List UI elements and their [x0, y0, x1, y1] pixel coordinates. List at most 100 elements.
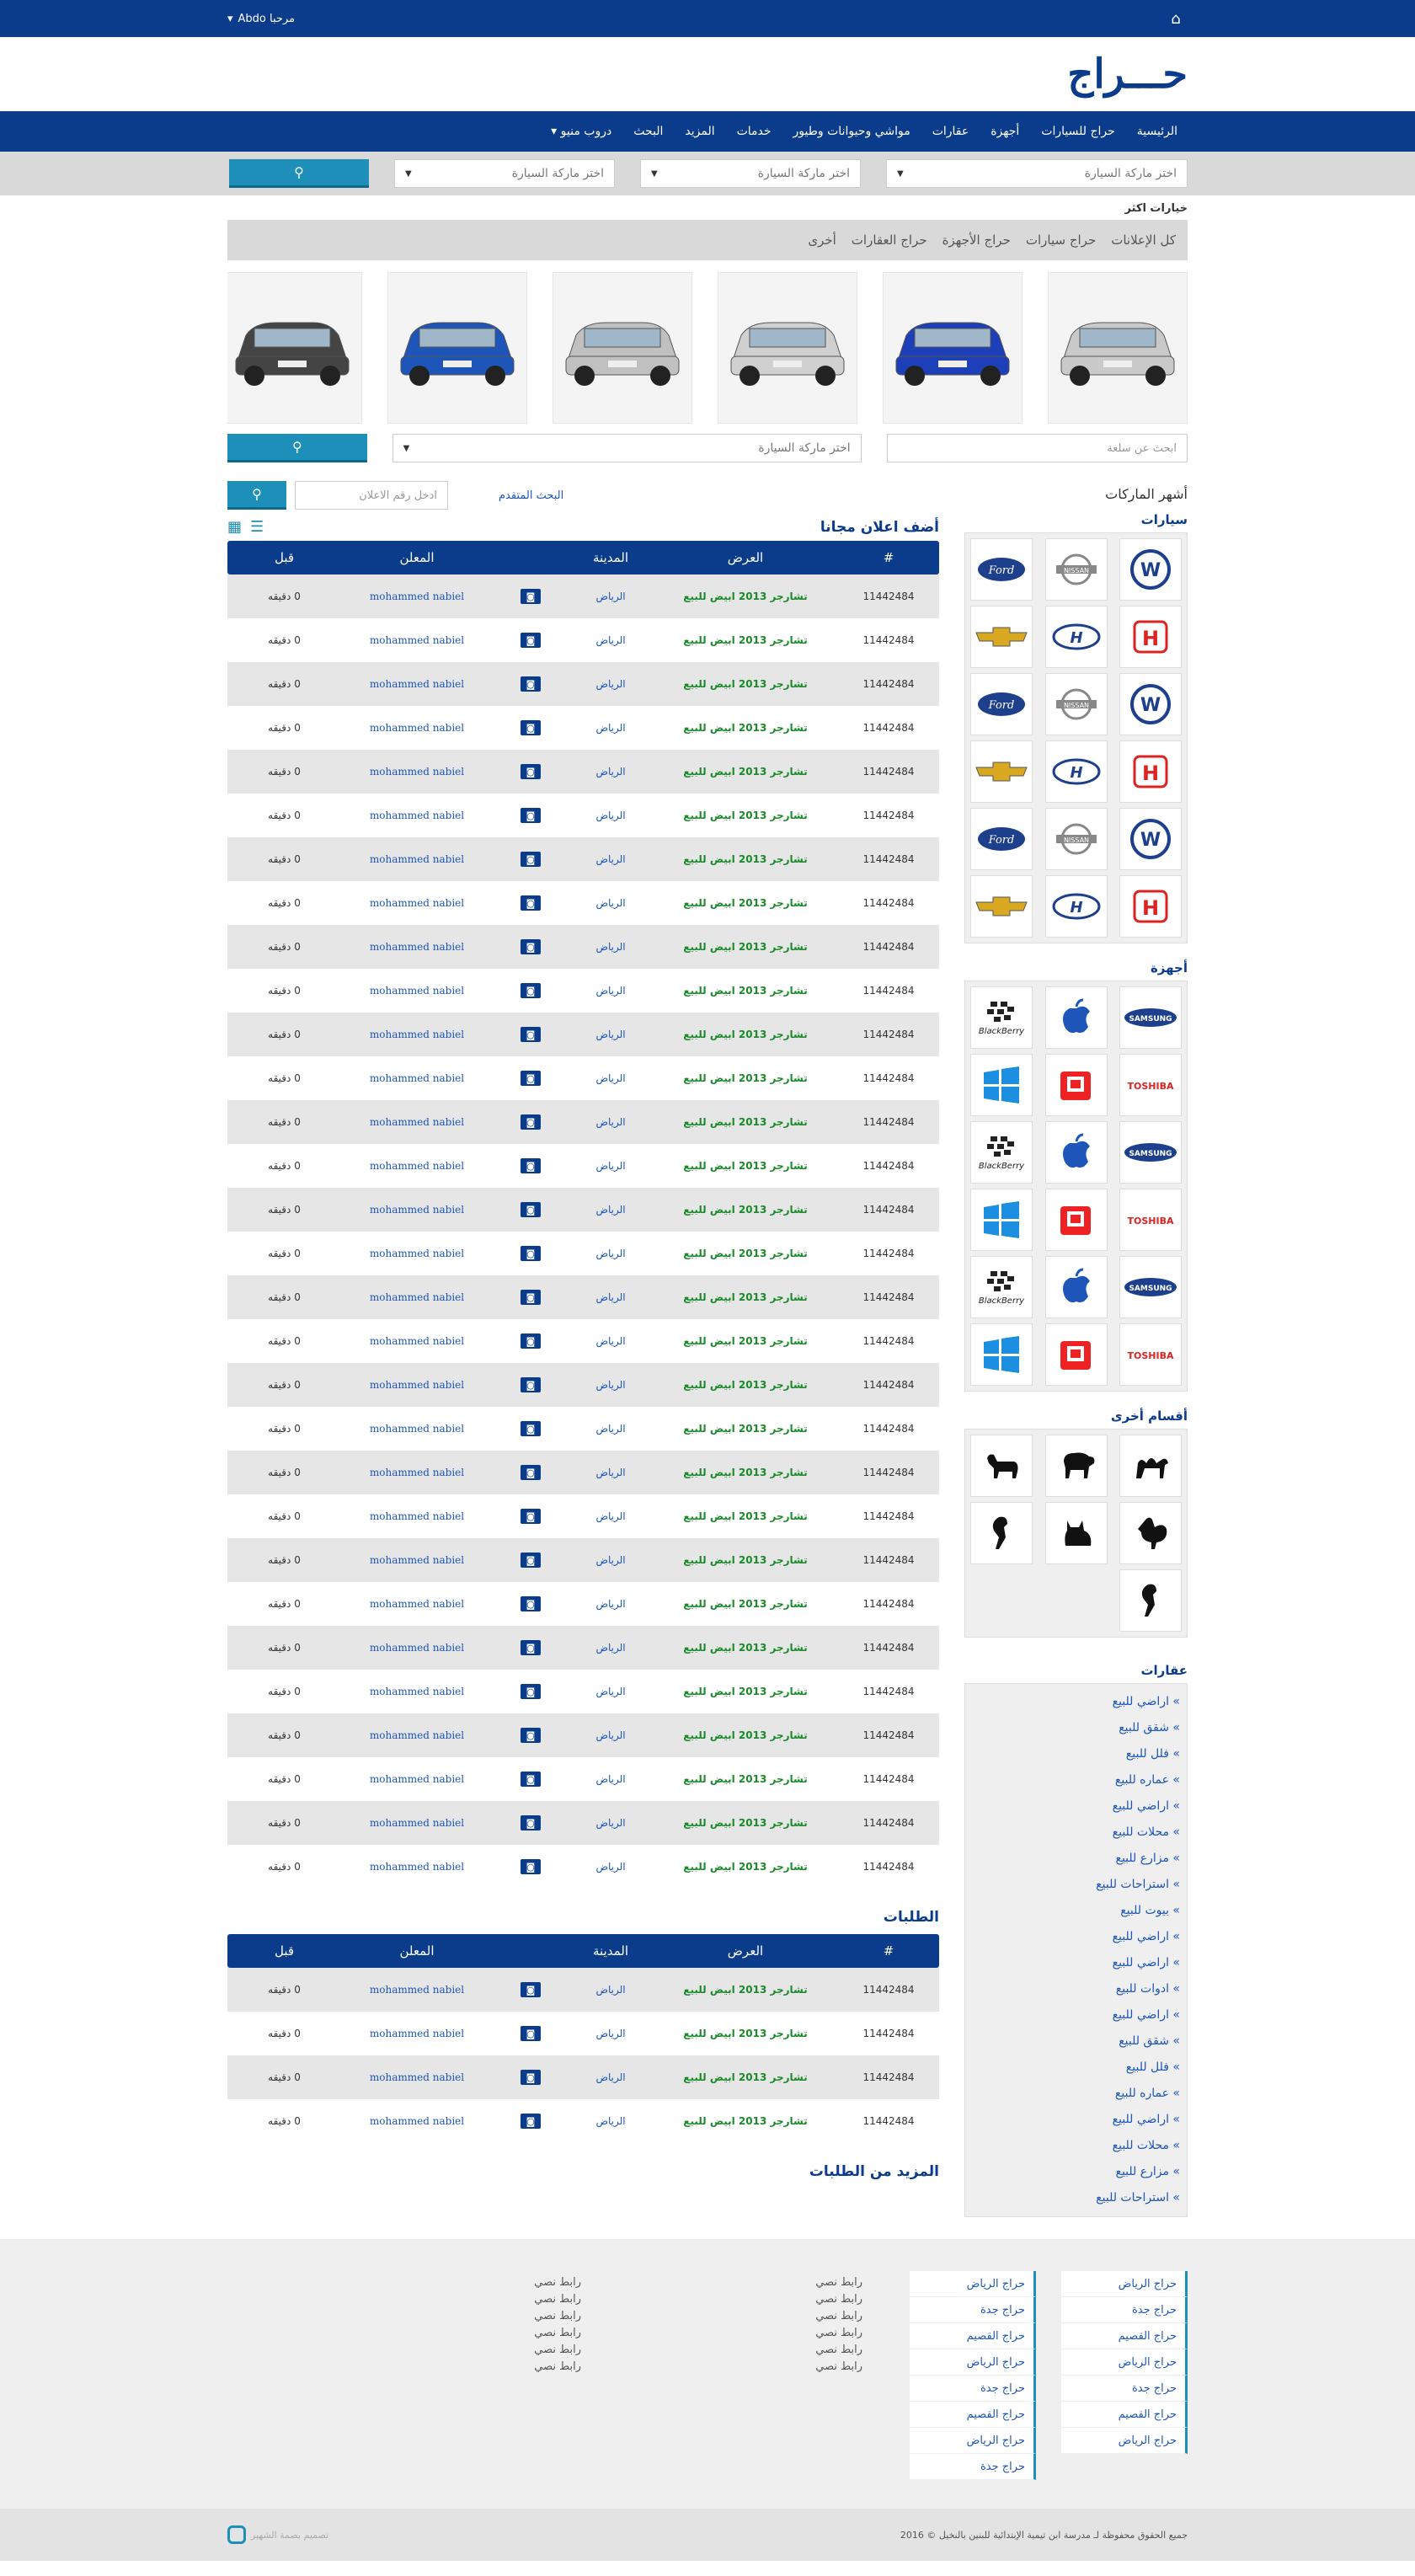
table-row[interactable]: 11442484 تشارجر 2013 ابيض للبيع الرياض ◙ moh… — [227, 1319, 939, 1363]
car-image[interactable] — [883, 272, 1023, 424]
ad-advertiser[interactable]: mohammed nabiel — [341, 1554, 493, 1566]
ad-advertiser[interactable]: mohammed nabiel — [341, 1642, 493, 1654]
ad-title[interactable]: تشارجر 2013 ابيض للبيع — [653, 1598, 838, 1610]
chevrolet-logo[interactable] — [970, 606, 1033, 668]
realestate-link[interactable]: » فلل للبيع — [972, 1741, 1180, 1767]
camera-icon[interactable]: ◙ — [521, 1158, 541, 1173]
car-image[interactable] — [1048, 272, 1188, 424]
camera-icon[interactable]: ◙ — [521, 895, 541, 911]
footer-link[interactable]: حراج جدة — [910, 2376, 1036, 2402]
realestate-link[interactable]: » محلات للبيع — [972, 2133, 1180, 2159]
ad-city[interactable]: الرياض — [569, 2028, 653, 2039]
footer-text-link[interactable]: رابط نصي — [606, 2291, 862, 2308]
table-row[interactable]: 11442484 تشارجر 2013 ابيض للبيع الرياض ◙ moh… — [227, 2099, 939, 2143]
camera-icon[interactable]: ◙ — [521, 1596, 541, 1611]
table-row[interactable]: 11442484 تشارجر 2013 ابيض للبيع الرياض ◙ moh… — [227, 794, 939, 837]
table-row[interactable]: 11442484 تشارجر 2013 ابيض للبيع الرياض ◙ moh… — [227, 1363, 939, 1407]
nav-item[interactable]: عقارات — [932, 125, 969, 138]
table-row[interactable]: 11442484 تشارجر 2013 ابيض للبيع الرياض ◙ moh… — [227, 706, 939, 750]
ad-city[interactable]: الرياض — [569, 634, 653, 646]
table-row[interactable]: 11442484 تشارجر 2013 ابيض للبيع الرياض ◙ moh… — [227, 1100, 939, 1144]
ad-title[interactable]: تشارجر 2013 ابيض للبيع — [653, 2115, 838, 2127]
footer-text-link[interactable]: رابط نصي — [606, 2359, 862, 2376]
ad-advertiser[interactable]: mohammed nabiel — [341, 2028, 493, 2039]
ad-title[interactable]: تشارجر 2013 ابيض للبيع — [653, 853, 838, 865]
more-options-link[interactable]: خيارات اكثر — [227, 195, 1188, 220]
camera-icon[interactable]: ◙ — [521, 1333, 541, 1349]
huawei-logo[interactable] — [1044, 1189, 1108, 1251]
ad-title[interactable]: تشارجر 2013 ابيض للبيع — [653, 766, 838, 778]
ad-city[interactable]: الرياض — [569, 1729, 653, 1741]
table-row[interactable]: 11442484 تشارجر 2013 ابيض للبيع الرياض ◙ moh… — [227, 575, 939, 618]
ad-city[interactable]: الرياض — [569, 1467, 653, 1478]
blackberry-logo[interactable]: BlackBerry — [970, 1256, 1033, 1318]
table-row[interactable]: 11442484 تشارجر 2013 ابيض للبيع الرياض ◙ moh… — [227, 1494, 939, 1538]
camel-icon[interactable] — [1119, 1435, 1182, 1497]
realestate-link[interactable]: » استراحات للبيع — [972, 1872, 1180, 1898]
realestate-link[interactable]: » ادوات للبيع — [972, 1976, 1180, 2002]
camera-icon[interactable]: ◙ — [521, 2026, 541, 2041]
ad-advertiser[interactable]: mohammed nabiel — [341, 1773, 493, 1785]
ad-city[interactable]: الرياض — [569, 1379, 653, 1391]
rooster-icon[interactable] — [1119, 1502, 1182, 1564]
ad-advertiser[interactable]: mohammed nabiel — [341, 1116, 493, 1128]
ad-city[interactable]: الرياض — [569, 1160, 653, 1172]
table-row[interactable]: 11442484 تشارجر 2013 ابيض للبيع الرياض ◙ moh… — [227, 925, 939, 969]
ad-title[interactable]: تشارجر 2013 ابيض للبيع — [653, 1335, 838, 1347]
car-brand-select-3[interactable]: اختر ماركة السيارة ▼ — [394, 159, 615, 188]
blackberry-logo[interactable]: BlackBerry — [970, 986, 1033, 1049]
footer-text-link[interactable]: رابط نصي — [606, 2274, 862, 2291]
camera-icon[interactable]: ◙ — [521, 1114, 541, 1130]
table-row[interactable]: 11442484 تشارجر 2013 ابيض للبيع الرياض ◙ moh… — [227, 969, 939, 1013]
footer-link[interactable]: حراج جدة — [1061, 2297, 1188, 2323]
ad-advertiser[interactable]: mohammed nabiel — [341, 1861, 493, 1873]
ad-title[interactable]: تشارجر 2013 ابيض للبيع — [653, 1729, 838, 1741]
item-search-input[interactable]: ابحث عن سلعة — [886, 434, 1188, 462]
windows-logo[interactable] — [970, 1054, 1033, 1116]
camera-icon[interactable]: ◙ — [521, 2114, 541, 2129]
table-row[interactable]: 11442484 تشارجر 2013 ابيض للبيع الرياض ◙ moh… — [227, 837, 939, 881]
ad-title[interactable]: تشارجر 2013 ابيض للبيع — [653, 810, 838, 821]
table-row[interactable]: 11442484 تشارجر 2013 ابيض للبيع الرياض ◙ moh… — [227, 1232, 939, 1275]
category-tab[interactable]: حراج الأجهزة — [942, 232, 1011, 248]
realestate-link[interactable]: » استراحات للبيع — [972, 2185, 1180, 2211]
ad-city[interactable]: الرياض — [569, 1423, 653, 1435]
camera-icon[interactable]: ◙ — [521, 1982, 541, 1997]
cat-icon[interactable] — [1044, 1502, 1108, 1564]
realestate-link[interactable]: » عماره للبيع — [972, 1767, 1180, 1793]
ad-title[interactable]: تشارجر 2013 ابيض للبيع — [653, 1116, 838, 1128]
table-row[interactable]: 11442484 تشارجر 2013 ابيض للبيع الرياض ◙ moh… — [227, 1713, 939, 1757]
ford-logo[interactable]: Ford — [970, 808, 1033, 870]
ad-title[interactable]: تشارجر 2013 ابيض للبيع — [653, 941, 838, 953]
ad-advertiser[interactable]: mohammed nabiel — [341, 722, 493, 734]
parrot-icon[interactable] — [1119, 1569, 1182, 1632]
table-row[interactable]: 11442484 تشارجر 2013 ابيض للبيع الرياض ◙ moh… — [227, 1013, 939, 1056]
ad-city[interactable]: الرياض — [569, 1204, 653, 1216]
ad-number-search-button[interactable]: ⚲ — [227, 481, 286, 510]
table-row[interactable]: 11442484 تشارجر 2013 ابيض للبيع الرياض ◙ moh… — [227, 1188, 939, 1232]
site-logo[interactable]: حـــراج — [1067, 51, 1188, 98]
apple-logo[interactable] — [1044, 1121, 1108, 1184]
ad-city[interactable]: الرياض — [569, 678, 653, 690]
footer-link[interactable]: حراج الرياض — [910, 2349, 1036, 2376]
camera-icon[interactable]: ◙ — [521, 852, 541, 867]
hyundai-logo[interactable]: H — [1044, 606, 1108, 668]
car-brand-select-2[interactable]: اختر ماركة السيارة ▼ — [640, 159, 861, 188]
nav-item[interactable]: أجهزة — [990, 125, 1019, 138]
ad-title[interactable]: تشارجر 2013 ابيض للبيع — [653, 1072, 838, 1084]
ad-title[interactable]: تشارجر 2013 ابيض للبيع — [653, 1510, 838, 1522]
ad-city[interactable]: الرياض — [569, 1116, 653, 1128]
ad-city[interactable]: الرياض — [569, 1510, 653, 1522]
ad-city[interactable]: الرياض — [569, 591, 653, 602]
ad-advertiser[interactable]: mohammed nabiel — [341, 1729, 493, 1741]
realestate-link[interactable]: » شقق للبيع — [972, 2028, 1180, 2055]
ad-advertiser[interactable]: mohammed nabiel — [341, 1817, 493, 1829]
ad-title[interactable]: تشارجر 2013 ابيض للبيع — [653, 1379, 838, 1391]
ad-title[interactable]: تشارجر 2013 ابيض للبيع — [653, 722, 838, 734]
windows-logo[interactable] — [970, 1323, 1033, 1386]
more-requests-link[interactable]: المزيد من الطلبات — [227, 2163, 939, 2180]
ad-advertiser[interactable]: mohammed nabiel — [341, 853, 493, 865]
ad-city[interactable]: الرياض — [569, 722, 653, 734]
nav-item[interactable]: البحث — [633, 125, 663, 138]
camera-icon[interactable]: ◙ — [521, 1071, 541, 1086]
